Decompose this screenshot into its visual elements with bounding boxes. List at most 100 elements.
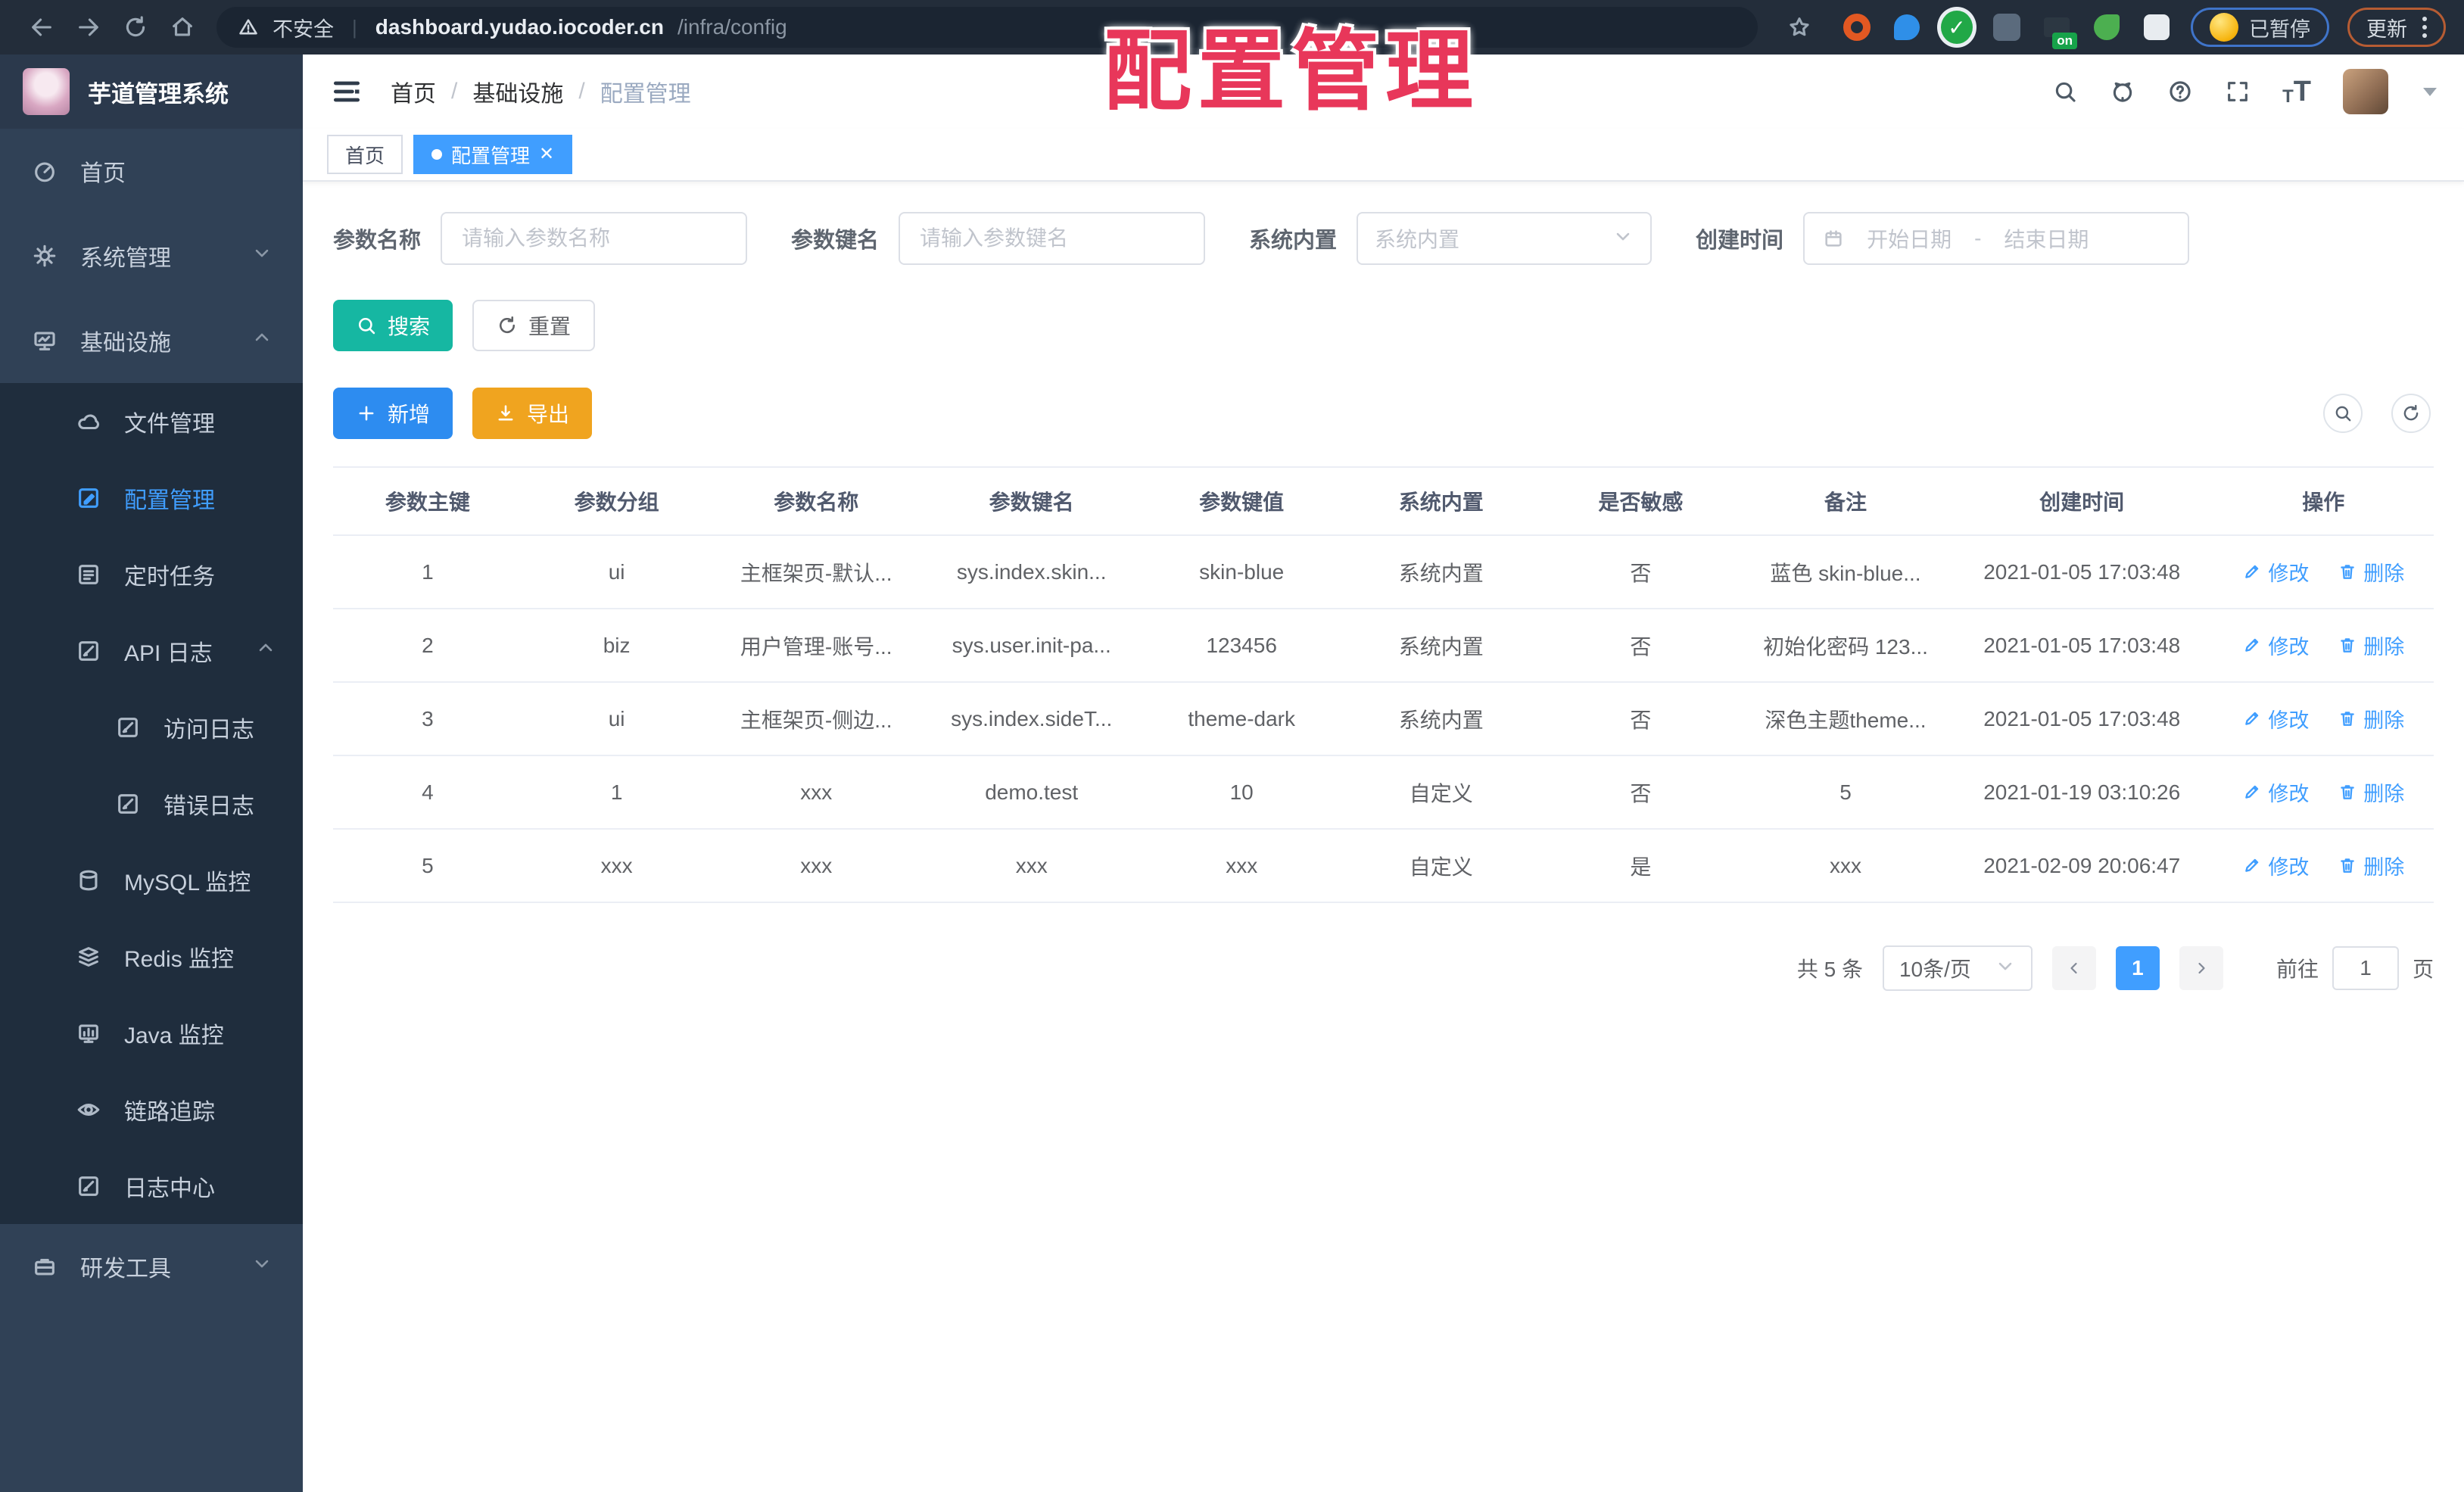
sidebar-item-infrastructure[interactable]: 基础设施	[0, 298, 303, 383]
tab-config-mgmt[interactable]: 配置管理 ✕	[413, 135, 573, 174]
refresh-icon[interactable]	[2391, 394, 2431, 433]
sidebar-item-label: 研发工具	[80, 1257, 171, 1282]
cell-operations: 修改 删除	[2213, 609, 2434, 683]
breadcrumb-item-home[interactable]: 首页	[391, 75, 436, 108]
sidebar-item-dev-tools[interactable]: 研发工具	[0, 1224, 303, 1309]
search-icon[interactable]	[2052, 79, 2078, 104]
toggle-search-icon[interactable]	[2323, 394, 2363, 433]
help-icon[interactable]	[2167, 79, 2193, 104]
tab-home[interactable]: 首页	[327, 135, 403, 174]
caret-down-icon[interactable]	[2423, 87, 2437, 96]
pagination: 共 5 条 10条/页 1 前往 页	[333, 945, 2434, 991]
cell-param-id: 2	[333, 609, 522, 683]
sidebar-item-api-logs[interactable]: API 日志	[0, 612, 303, 689]
filter-param-name: 参数名称	[333, 212, 748, 265]
paused-badge[interactable]: 已暂停	[2191, 8, 2329, 47]
sidebar-item-label: API 日志	[124, 640, 213, 666]
bookmark-star-icon[interactable]	[1776, 4, 1823, 51]
hamburger-icon[interactable]	[330, 75, 363, 108]
search-button[interactable]: 搜索	[333, 300, 453, 351]
delete-link[interactable]: 删除	[2338, 631, 2404, 660]
tab-label: 首页	[345, 144, 385, 167]
reset-button[interactable]: 重置	[472, 300, 596, 351]
col-operations: 操作	[2213, 466, 2434, 536]
extension-on-badge-icon[interactable]: on	[2041, 11, 2077, 49]
sidebar-item-config-mgmt[interactable]: 配置管理	[0, 459, 303, 536]
avatar[interactable]	[2343, 69, 2388, 114]
sidebar-item-redis-monitor[interactable]: Redis 监控	[0, 918, 303, 995]
cell-param-name: 主框架页-侧边...	[711, 682, 921, 756]
monitor-icon	[30, 328, 59, 354]
edit-link[interactable]: 修改	[2242, 557, 2309, 587]
param-name-input[interactable]	[441, 212, 748, 265]
sidebar-item-cron-jobs[interactable]: 定时任务	[0, 536, 303, 612]
sidebar-item-file-mgmt[interactable]: 文件管理	[0, 383, 303, 459]
edit-link[interactable]: 修改	[2242, 777, 2309, 807]
add-button[interactable]: 新增	[333, 388, 453, 439]
next-page-button[interactable]	[2179, 946, 2223, 990]
cell-param-name: 主框架页-默认...	[711, 535, 921, 609]
github-icon[interactable]	[2110, 79, 2135, 104]
extension-sprout-icon[interactable]	[2091, 11, 2123, 43]
cloud-upload-icon	[74, 409, 103, 435]
edit-link[interactable]: 修改	[2242, 631, 2309, 660]
sidebar-item-java-monitor[interactable]: Java 监控	[0, 995, 303, 1071]
cell-param-id: 1	[333, 535, 522, 609]
table-row: 3 ui 主框架页-侧边... sys.index.sideT... theme…	[333, 682, 2434, 756]
delete-link[interactable]: 删除	[2338, 704, 2404, 734]
prev-page-button[interactable]	[2051, 946, 2096, 990]
breadcrumb-item-infrastructure[interactable]: 基础设施	[472, 75, 563, 108]
filter-form: 参数名称 参数键名 系统内置 系统内置	[333, 212, 2434, 265]
screen: 不安全 | dashboard.yudao.iocoder.cn/infra/c…	[0, 0, 2464, 1492]
page-size-select[interactable]: 10条/页	[1882, 945, 2033, 991]
sidebar-item-error-logs[interactable]: 错误日志	[0, 765, 303, 842]
delete-link[interactable]: 删除	[2338, 557, 2404, 587]
reload-icon[interactable]	[112, 4, 159, 51]
chevron-down-icon	[251, 1253, 273, 1280]
edit-link[interactable]: 修改	[2242, 851, 2309, 880]
extension-check-icon[interactable]: ✓	[1941, 11, 1973, 44]
export-button[interactable]: 导出	[472, 388, 593, 439]
url-host: dashboard.yudao.iocoder.cn	[375, 15, 664, 39]
extension-pin-icon[interactable]	[1891, 11, 1923, 43]
extension-puzzle-icon[interactable]	[2141, 11, 2173, 43]
sidebar-item-log-center[interactable]: 日志中心	[0, 1148, 303, 1224]
goto-page-input[interactable]	[2332, 946, 2399, 990]
cell-param-group: ui	[522, 535, 712, 609]
date-range-picker[interactable]: 开始日期 - 结束日期	[1803, 212, 2190, 265]
cell-param-name: 用户管理-账号...	[711, 609, 921, 683]
system-type-select[interactable]: 系统内置	[1357, 212, 1653, 265]
current-page-button[interactable]: 1	[2115, 946, 2160, 990]
sidebar-logo[interactable]: 芋道管理系统	[0, 55, 303, 129]
font-size-icon[interactable]: TT	[2282, 77, 2311, 106]
fullscreen-icon[interactable]	[2225, 79, 2251, 104]
sidebar-item-access-logs[interactable]: 访问日志	[0, 689, 303, 765]
extension-orange-icon[interactable]	[1841, 11, 1873, 43]
delete-link[interactable]: 删除	[2338, 777, 2404, 807]
address-bar[interactable]: 不安全 | dashboard.yudao.iocoder.cn/infra/c…	[216, 7, 1758, 48]
back-icon[interactable]	[18, 4, 65, 51]
forward-icon[interactable]	[65, 4, 112, 51]
url-path: /infra/config	[677, 15, 787, 39]
close-icon[interactable]: ✕	[539, 145, 554, 164]
sidebar-item-label: 日志中心	[124, 1176, 215, 1201]
date-end-placeholder: 结束日期	[2004, 228, 2089, 251]
chevron-down-icon	[251, 242, 273, 269]
sidebar-item-home[interactable]: 首页	[0, 129, 303, 213]
edit-link[interactable]: 修改	[2242, 704, 2309, 734]
browser-menu-icon[interactable]	[2422, 17, 2427, 38]
paused-label: 已暂停	[2249, 17, 2310, 41]
home-icon[interactable]	[159, 4, 206, 51]
sidebar-item-system-mgmt[interactable]: 系统管理	[0, 213, 303, 298]
delete-link[interactable]: 删除	[2338, 851, 2404, 880]
cell-sensitive: 否	[1540, 682, 1741, 756]
update-button[interactable]: 更新	[2347, 8, 2446, 47]
add-button-label: 新增	[388, 403, 431, 426]
sidebar-item-mysql-monitor[interactable]: MySQL 监控	[0, 842, 303, 918]
cell-remark: 蓝色 skin-blue...	[1740, 535, 1951, 609]
param-key-input[interactable]	[899, 212, 1206, 265]
cell-sensitive: 否	[1540, 535, 1741, 609]
extension-gray-icon[interactable]	[1991, 11, 2023, 43]
cell-system-builtin: 自定义	[1341, 829, 1541, 903]
sidebar-item-tracing[interactable]: 链路追踪	[0, 1071, 303, 1148]
